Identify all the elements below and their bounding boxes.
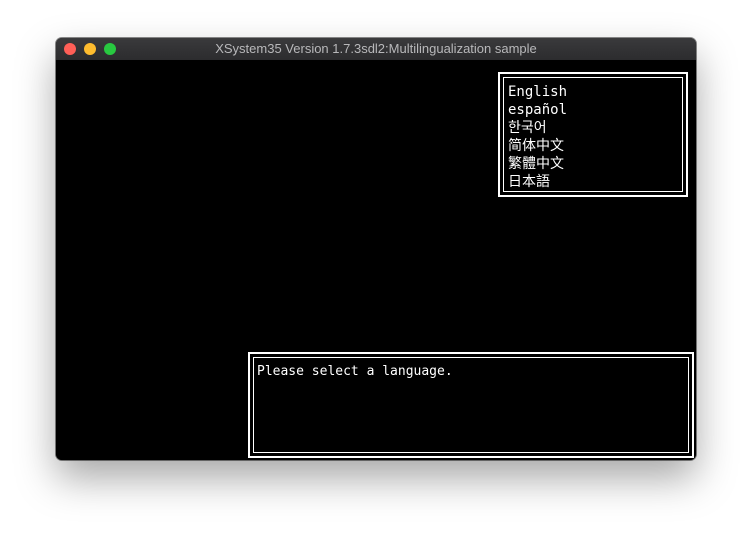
app-window: XSystem35 Version 1.7.3sdl2:Multilingual… (56, 38, 696, 460)
message-text: Please select a language. (257, 364, 453, 379)
title-bar[interactable]: XSystem35 Version 1.7.3sdl2:Multilingual… (56, 38, 696, 61)
game-canvas[interactable]: English español 한국어 简体中文 繁體中文 日本語 Please… (56, 60, 696, 460)
window-title: XSystem35 Version 1.7.3sdl2:Multilingual… (215, 41, 537, 56)
language-option-traditional-chinese[interactable]: 繁體中文 (508, 155, 567, 173)
language-option-spanish[interactable]: español (508, 101, 567, 119)
language-option-japanese[interactable]: 日本語 (508, 173, 567, 191)
language-option-english[interactable]: English (508, 83, 567, 101)
language-option-korean[interactable]: 한국어 (508, 119, 567, 137)
language-option-simplified-chinese[interactable]: 简体中文 (508, 137, 567, 155)
message-box: Please select a language. (248, 352, 694, 458)
language-list: English español 한국어 简体中文 繁體中文 日本語 (508, 83, 567, 191)
language-menu: English español 한국어 简体中文 繁體中文 日本語 (498, 72, 688, 197)
